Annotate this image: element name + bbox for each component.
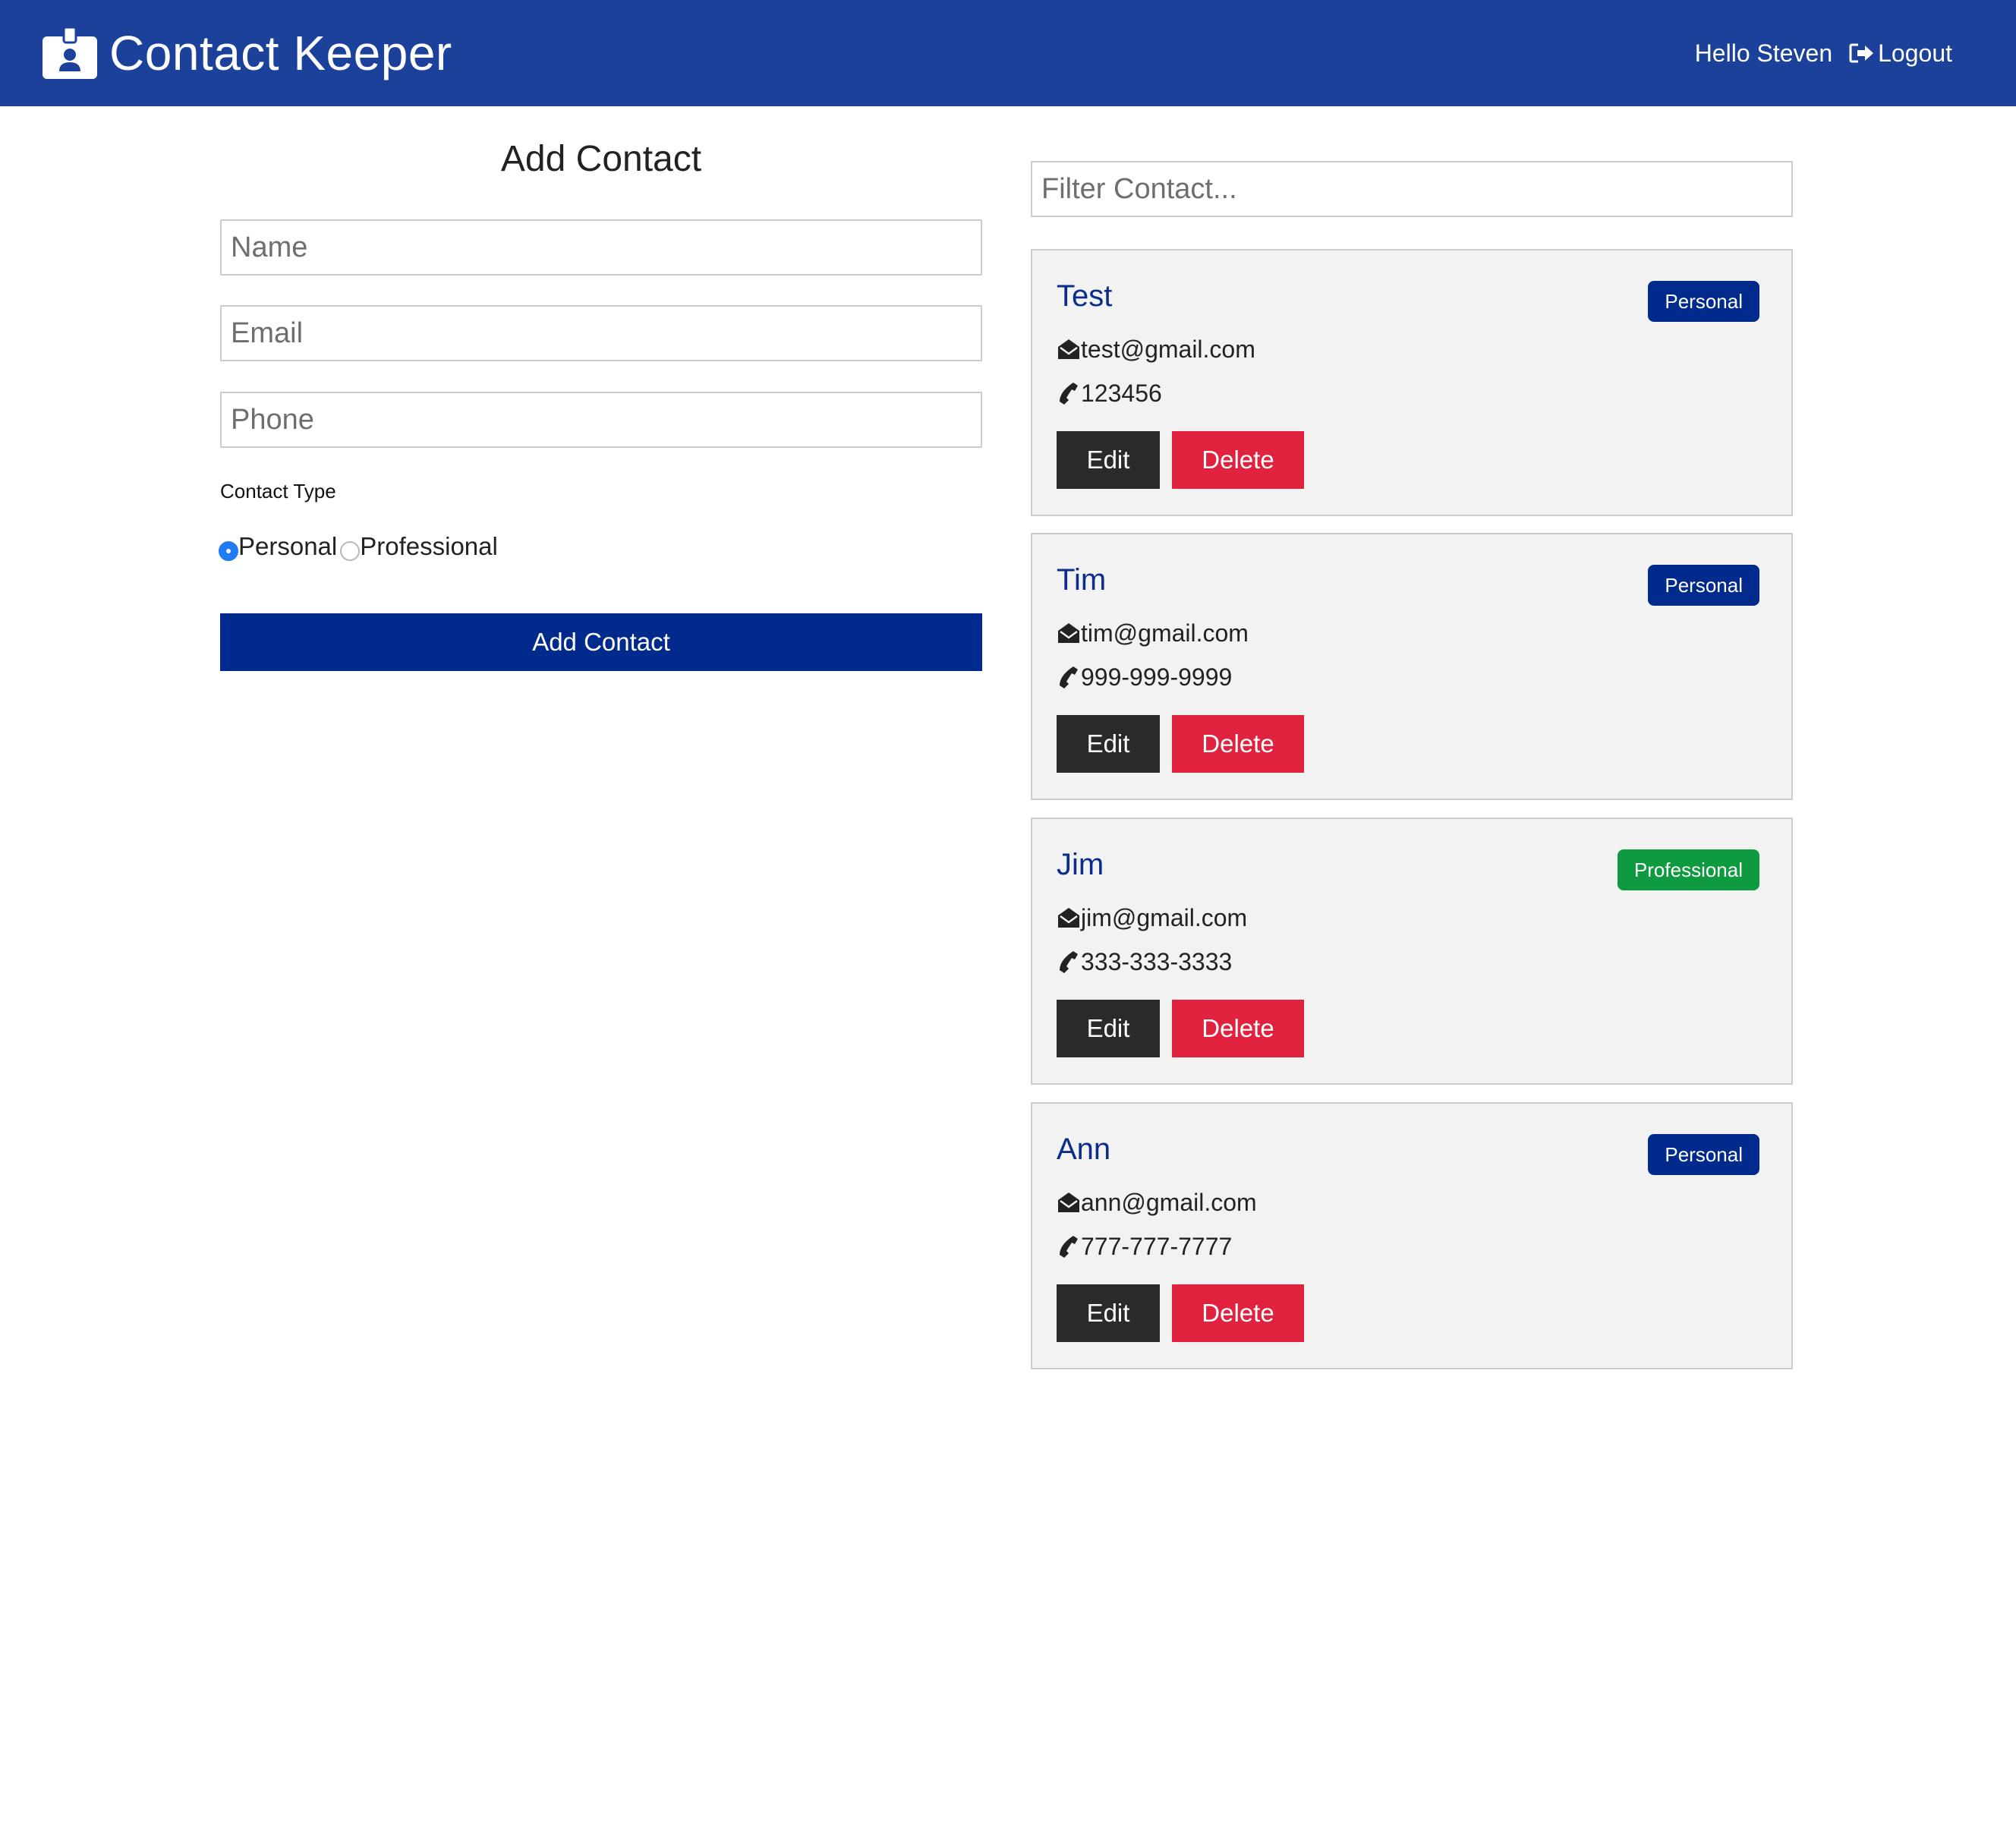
edit-button[interactable]: Edit (1057, 431, 1160, 489)
edit-button[interactable]: Edit (1057, 1284, 1160, 1342)
contact-phone-text: 999-999-9999 (1081, 663, 1233, 691)
user-greeting: Hello Steven (1694, 39, 1833, 67)
contact-phone: 123456 (1057, 378, 1162, 408)
contact-card: Ann Personal ann@gmail.com 777-777-7777 … (1031, 1102, 1793, 1369)
envelope-open-icon (1058, 623, 1079, 643)
envelope-open-icon (1058, 1193, 1079, 1212)
contact-email-text: test@gmail.com (1081, 336, 1255, 363)
phone-icon (1060, 1236, 1078, 1258)
contact-email: test@gmail.com (1057, 334, 1255, 364)
radio-personal-label: Personal (238, 532, 338, 560)
edit-button[interactable]: Edit (1057, 1000, 1160, 1057)
delete-button[interactable]: Delete (1172, 1000, 1304, 1057)
edit-button[interactable]: Edit (1057, 715, 1160, 773)
delete-button[interactable]: Delete (1172, 1284, 1304, 1342)
contact-type-badge: Personal (1648, 565, 1759, 606)
contact-type-radio-group: Personal Professional (219, 528, 501, 566)
contact-type-label: Contact Type (220, 480, 336, 503)
delete-button[interactable]: Delete (1172, 431, 1304, 489)
contact-email: ann@gmail.com (1057, 1187, 1257, 1218)
contact-card: Tim Personal tim@gmail.com 999-999-9999 … (1031, 533, 1793, 800)
contact-name: Test (1057, 279, 1113, 313)
contact-phone: 777-777-7777 (1057, 1231, 1232, 1262)
contact-name: Jim (1057, 848, 1104, 881)
add-contact-button[interactable]: Add Contact (220, 613, 982, 671)
contact-type-badge: Professional (1617, 849, 1759, 890)
contact-type-badge: Personal (1648, 281, 1759, 322)
id-badge-icon (43, 26, 97, 79)
nav-right: Hello Steven Logout (1695, 39, 1952, 68)
logout-label: Logout (1878, 39, 1952, 67)
contact-card: Test Personal test@gmail.com 123456 Edit… (1031, 249, 1793, 516)
phone-icon (1060, 951, 1078, 973)
radio-professional[interactable] (340, 541, 361, 561)
contact-phone-text: 777-777-7777 (1081, 1233, 1233, 1260)
contact-email-text: ann@gmail.com (1081, 1189, 1257, 1216)
brand[interactable]: Contact Keeper (43, 26, 452, 80)
contact-name: Ann (1057, 1133, 1111, 1166)
filter-input[interactable] (1031, 161, 1793, 217)
contact-phone: 333-333-3333 (1057, 947, 1232, 977)
radio-personal[interactable] (219, 541, 238, 561)
contact-type-badge: Personal (1648, 1134, 1759, 1175)
phone-icon (1060, 666, 1078, 688)
app-title: Contact Keeper (109, 26, 452, 80)
sign-out-icon (1849, 43, 1874, 63)
contact-card: Jim Professional jim@gmail.com 333-333-3… (1031, 818, 1793, 1085)
name-input[interactable] (220, 219, 982, 276)
email-input[interactable] (220, 305, 982, 361)
contact-email: jim@gmail.com (1057, 903, 1247, 933)
form-title: Add Contact (500, 139, 702, 179)
envelope-open-icon (1058, 908, 1079, 928)
contact-email-text: tim@gmail.com (1081, 619, 1249, 647)
delete-button[interactable]: Delete (1172, 715, 1304, 773)
radio-professional-label: Professional (360, 532, 498, 560)
contact-email: tim@gmail.com (1057, 618, 1249, 648)
contact-name: Tim (1057, 563, 1107, 597)
navbar: Contact Keeper Hello Steven Logout (0, 0, 2016, 106)
logout-link[interactable]: Logout (1849, 39, 1952, 68)
contact-phone-text: 123456 (1081, 380, 1162, 407)
contact-phone: 999-999-9999 (1057, 662, 1232, 692)
phone-icon (1060, 383, 1078, 405)
envelope-open-icon (1058, 339, 1079, 359)
contact-email-text: jim@gmail.com (1081, 904, 1248, 931)
phone-input[interactable] (220, 392, 982, 448)
contact-phone-text: 333-333-3333 (1081, 948, 1233, 975)
